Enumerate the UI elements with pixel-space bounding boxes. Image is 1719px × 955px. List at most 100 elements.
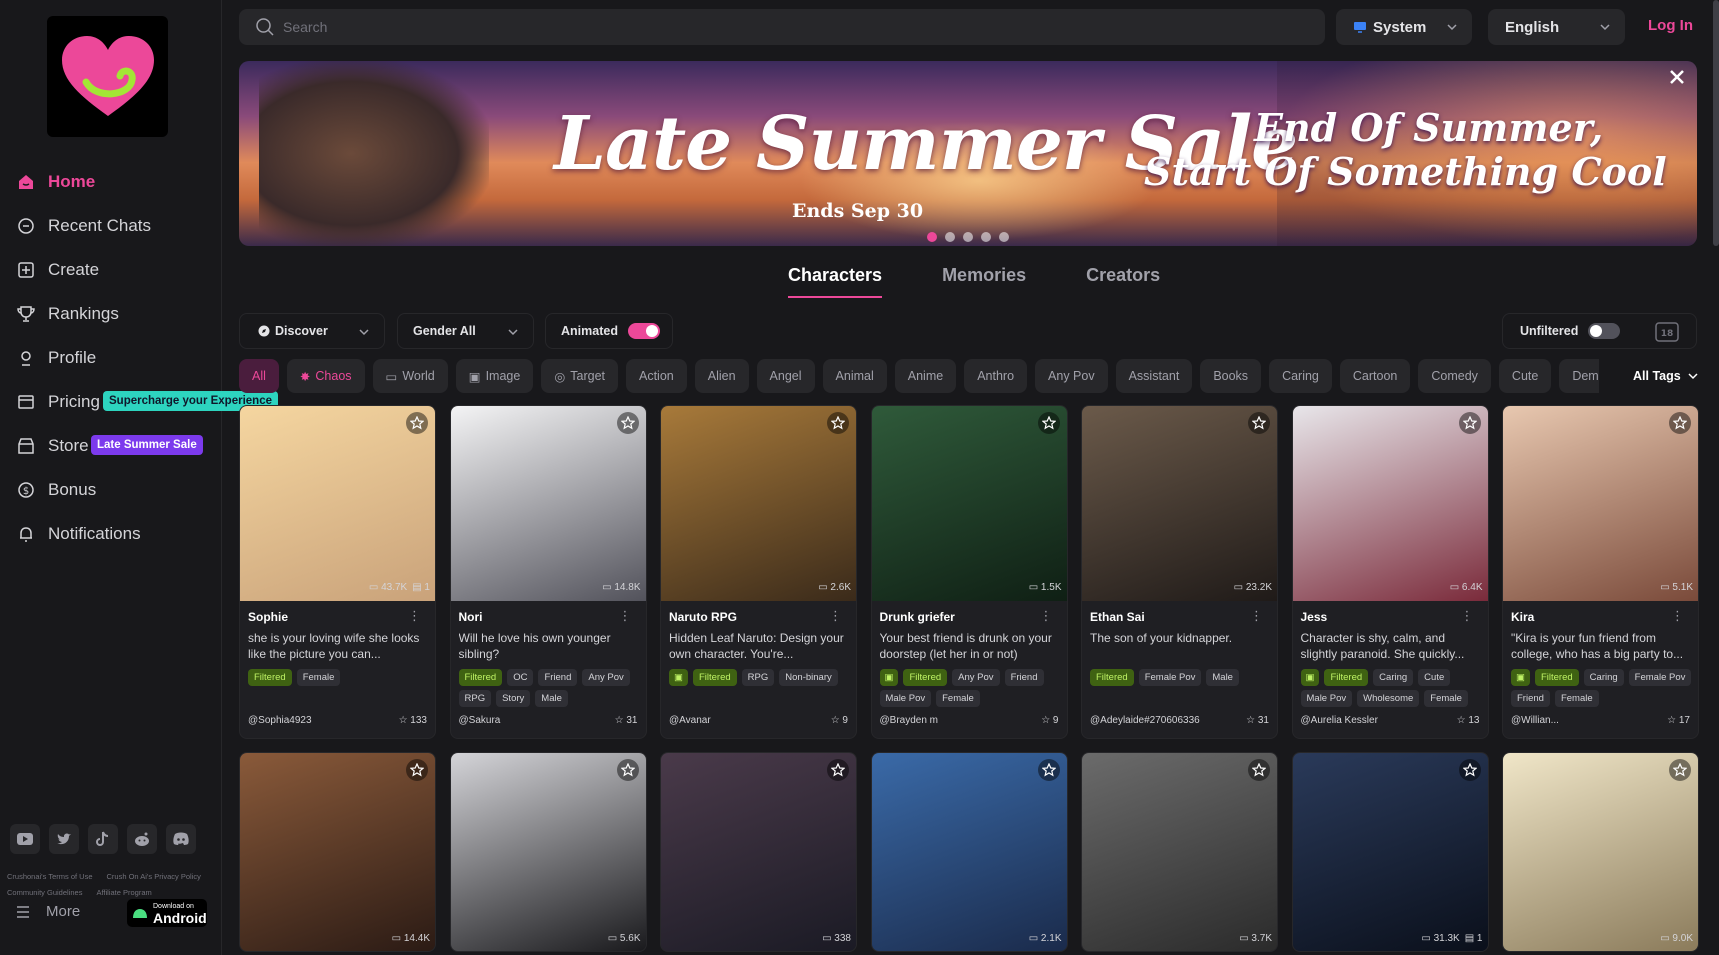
sidebar-item-rankings[interactable]: Rankings — [0, 292, 222, 336]
tag-chip[interactable]: Anthro — [964, 359, 1028, 393]
tag-chip[interactable]: Demon — [1559, 359, 1599, 393]
creator-link[interactable]: @Sakura — [459, 715, 501, 726]
promo-banner[interactable]: Late Summer Sale Ends Sep 30 End Of Summ… — [239, 61, 1697, 246]
sidebar-item-home[interactable]: Home — [0, 160, 222, 204]
tag-chip[interactable]: Animal — [822, 359, 887, 393]
privacy-link[interactable]: Crush On Ai's Privacy Policy — [107, 872, 201, 881]
reddit-icon[interactable] — [127, 824, 157, 854]
character-image[interactable] — [1082, 753, 1277, 951]
character-card[interactable]: ▭ 2.1K — [870, 752, 1068, 952]
animated-toggle[interactable] — [627, 323, 660, 339]
sidebar-item-pricing[interactable]: Pricing Supercharge your Experience — [0, 380, 278, 424]
favorite-star-icon[interactable] — [1248, 412, 1270, 434]
tag-chip[interactable]: Comedy — [1418, 359, 1491, 393]
age-restriction-icon[interactable]: 18 — [1655, 322, 1679, 342]
tag-chip[interactable]: Alien — [694, 359, 749, 393]
favorite-star-icon[interactable] — [1669, 759, 1691, 781]
favorite-star-icon[interactable] — [1458, 412, 1481, 434]
more-options-icon[interactable]: ⋮ — [1040, 608, 1053, 624]
banner-dot[interactable] — [927, 232, 937, 242]
youtube-icon[interactable] — [10, 824, 40, 854]
character-image[interactable] — [1503, 406, 1698, 601]
sidebar-item-notifications[interactable]: Notifications — [0, 512, 222, 556]
character-image[interactable] — [1503, 753, 1698, 951]
sidebar-item-bonus[interactable]: $ Bonus — [0, 468, 222, 512]
tab-memories[interactable]: Memories — [942, 265, 1026, 298]
creator-link[interactable]: @Sophia4923 — [248, 715, 312, 726]
character-card[interactable]: ▭ 338 — [660, 752, 857, 952]
banner-dot[interactable] — [999, 232, 1009, 242]
creator-link[interactable]: @Adeylaide#270606336 — [1090, 715, 1200, 726]
character-image[interactable] — [450, 753, 646, 951]
store-sale-badge[interactable]: Late Summer Sale — [91, 435, 203, 455]
language-select[interactable]: English — [1488, 9, 1625, 45]
sidebar-item-profile[interactable]: Profile — [0, 336, 222, 380]
more-options-icon[interactable]: ⋮ — [1461, 608, 1474, 624]
tag-chip[interactable]: Books — [1200, 359, 1262, 393]
more-menu[interactable]: More — [16, 903, 80, 920]
character-card[interactable]: ▭ 14.4K — [239, 752, 436, 952]
tag-chip[interactable]: Cartoon — [1339, 359, 1411, 393]
tag-chip[interactable]: Action — [626, 359, 687, 393]
tag-chip[interactable]: All — [239, 359, 279, 393]
character-card[interactable]: ▭ 2.6K Naruto RPG ⋮ Hidden Leaf Naruto: Des… — [660, 405, 857, 739]
more-options-icon[interactable]: ⋮ — [829, 608, 842, 624]
character-image[interactable] — [661, 406, 856, 601]
character-card[interactable]: ▭ 5.6K — [449, 752, 647, 952]
favorite-star-icon[interactable] — [1669, 412, 1691, 434]
discover-select[interactable]: Discover — [239, 313, 385, 349]
unfiltered-toggle[interactable] — [1588, 323, 1621, 339]
character-card[interactable]: ▭ 6.4K Jess ⋮ Character is shy, calm, and s… — [1291, 405, 1489, 739]
tiktok-icon[interactable] — [88, 824, 118, 854]
tag-chip[interactable]: Cute — [1498, 359, 1552, 393]
tag-chip[interactable]: Assistant — [1115, 359, 1193, 393]
tag-chip[interactable]: ✸ Chaos — [286, 359, 365, 393]
more-options-icon[interactable]: ⋮ — [408, 608, 421, 624]
theme-select[interactable]: System — [1336, 9, 1472, 45]
login-button[interactable]: Log In — [1648, 17, 1693, 34]
tag-chip[interactable]: Caring — [1269, 359, 1332, 393]
character-card[interactable]: ▭ 31.3K ▤ 1 — [1291, 752, 1489, 952]
sidebar-item-recent-chats[interactable]: Recent Chats — [0, 204, 222, 248]
character-card[interactable]: ▭ 14.8K Nori ⋮ Will he love his own younger… — [449, 405, 647, 739]
creator-link[interactable]: @Willian... — [1511, 715, 1559, 726]
character-image[interactable] — [240, 406, 435, 601]
more-options-icon[interactable]: ⋮ — [1250, 608, 1263, 624]
search-input[interactable]: Search — [239, 9, 1325, 45]
tag-chip[interactable]: Any Pov — [1035, 359, 1108, 393]
app-logo[interactable] — [47, 16, 168, 137]
favorite-star-icon[interactable] — [406, 759, 428, 781]
character-image[interactable] — [1292, 753, 1488, 951]
character-image[interactable] — [240, 753, 435, 951]
character-card[interactable]: ▭ 43.7K ▤ 1 Sophie ⋮ she is your loving wife… — [239, 405, 436, 739]
character-card[interactable]: ▭ 5.1K Kira ⋮ "Kira is your fun friend from… — [1502, 405, 1699, 739]
tag-chip[interactable]: ▭ World — [372, 359, 448, 393]
gender-select[interactable]: Gender All — [397, 313, 534, 349]
page-scrollbar[interactable] — [1713, 0, 1719, 246]
more-options-icon[interactable]: ⋮ — [619, 608, 632, 624]
android-download-button[interactable]: Download on Android — [127, 899, 207, 927]
favorite-star-icon[interactable] — [616, 759, 639, 781]
character-card[interactable]: ▭ 9.0K — [1502, 752, 1699, 952]
sidebar-item-create[interactable]: Create — [0, 248, 222, 292]
character-card[interactable]: ▭ 23.2K Ethan Sai ⋮ The son of your kidnapp… — [1081, 405, 1278, 739]
favorite-star-icon[interactable] — [616, 412, 639, 434]
twitter-icon[interactable] — [49, 824, 79, 854]
all-tags-button[interactable]: All Tags — [1633, 369, 1699, 383]
character-image[interactable] — [1292, 406, 1488, 601]
banner-dot[interactable] — [981, 232, 991, 242]
banner-dot[interactable] — [945, 232, 955, 242]
tab-characters[interactable]: Characters — [788, 265, 883, 298]
tag-chip[interactable]: Anime — [894, 359, 957, 393]
character-card[interactable]: ▭ 1.5K Drunk griefer ⋮ Your best friend is … — [870, 405, 1068, 739]
affiliate-link[interactable]: Affiliate Program — [96, 888, 151, 897]
character-image[interactable] — [871, 406, 1067, 601]
creator-link[interactable]: @Brayden m — [880, 715, 939, 726]
favorite-star-icon[interactable] — [1248, 759, 1270, 781]
sidebar-item-store[interactable]: Store Late Summer Sale — [0, 424, 222, 468]
character-image[interactable] — [450, 406, 646, 601]
favorite-star-icon[interactable] — [1037, 759, 1060, 781]
terms-link[interactable]: Crushonai's Terms of Use — [7, 872, 93, 881]
tag-chip[interactable]: ▣ Image — [455, 359, 534, 393]
favorite-star-icon[interactable] — [827, 412, 849, 434]
